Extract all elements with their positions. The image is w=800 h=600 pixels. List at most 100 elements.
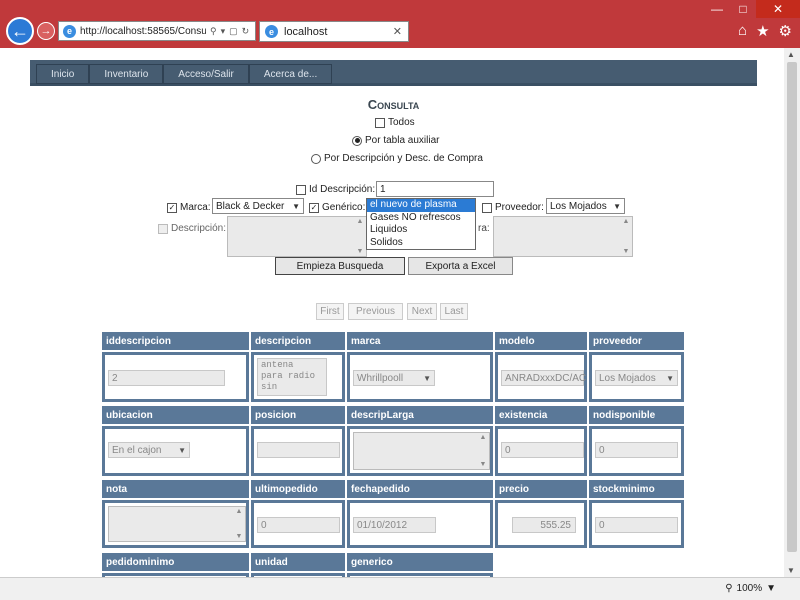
radio-desc-option[interactable]: Por Descripción y Desc. de Compra bbox=[311, 153, 483, 164]
scroll-up-icon[interactable]: ▲ bbox=[787, 50, 795, 59]
generico-option[interactable]: ✓ Genérico: bbox=[309, 202, 365, 213]
address-bar[interactable]: e http://localhost:58565/Consulta ⚲ ▾ ▢ … bbox=[58, 21, 256, 41]
modelo-field[interactable]: ANRADxxxDC/AC bbox=[501, 370, 586, 386]
forward-arrow-icon[interactable]: → bbox=[37, 22, 55, 40]
favorites-star-icon[interactable]: ★ bbox=[756, 22, 769, 40]
marca-grid-select[interactable]: Whrillpooll ▼ bbox=[353, 370, 435, 386]
textarea-scrollbar[interactable]: ▲ ▼ bbox=[234, 508, 244, 540]
textarea-scrollbar[interactable]: ▲ ▼ bbox=[355, 218, 365, 255]
radio-tabla-option[interactable]: Por tabla auxiliar bbox=[352, 135, 439, 146]
todos-checkbox[interactable] bbox=[375, 117, 385, 128]
descripcion-option[interactable]: Descripción: bbox=[158, 223, 226, 234]
menu-acceso-salir[interactable]: Acceso/Salir bbox=[163, 64, 249, 84]
generico-option-item[interactable]: Gases NO refrescos bbox=[367, 212, 475, 225]
zoom-icon: ⚲ bbox=[725, 583, 733, 594]
tab-close-icon[interactable]: ✕ bbox=[393, 25, 402, 38]
menu-acerca-de[interactable]: Acerca de... bbox=[248, 64, 333, 84]
home-icon[interactable]: ⌂ bbox=[738, 22, 747, 40]
ultimopedido-field[interactable]: 0 bbox=[257, 517, 340, 533]
pager-next-button[interactable]: Next bbox=[407, 303, 437, 320]
textarea-scrollbar[interactable]: ▲ ▼ bbox=[621, 218, 631, 255]
vertical-scrollbar[interactable]: ▲ ▼ bbox=[784, 48, 800, 577]
radio-tabla-auxiliar[interactable] bbox=[352, 135, 362, 146]
menu-inicio[interactable]: Inicio bbox=[36, 64, 90, 84]
cell-ultimopedido: 0 bbox=[251, 500, 345, 548]
iddescripcion-field[interactable]: 2 bbox=[108, 370, 225, 386]
page-content: Inicio Inventario Acceso/Salir Acerca de… bbox=[30, 48, 757, 577]
back-arrow-icon[interactable]: ← bbox=[6, 17, 34, 45]
proveedor-select[interactable]: Los Mojados ▼ bbox=[546, 198, 625, 214]
header-precio: precio bbox=[495, 480, 587, 498]
scroll-down-icon[interactable]: ▼ bbox=[787, 566, 795, 575]
generico-checkbox[interactable]: ✓ bbox=[309, 202, 319, 213]
settings-gear-icon[interactable]: ⚙ bbox=[779, 22, 792, 40]
descripcion-label: Descripción: bbox=[171, 223, 227, 234]
generico-option-item[interactable]: el nuevo de plasma bbox=[367, 199, 475, 212]
radio-por-descripcion[interactable] bbox=[311, 153, 321, 164]
minimize-icon[interactable]: — bbox=[704, 0, 730, 18]
cell-nota: ▲ ▼ bbox=[102, 500, 249, 548]
fechapedido-field[interactable]: 01/10/2012 bbox=[353, 517, 436, 533]
descripcion-checkbox[interactable] bbox=[158, 223, 168, 234]
browser-tab[interactable]: e localhost ✕ bbox=[259, 21, 409, 42]
maximize-icon[interactable]: □ bbox=[730, 0, 756, 18]
id-descripcion-label: Id Descripción: bbox=[309, 184, 376, 195]
main-menu: Inicio Inventario Acceso/Salir Acerca de… bbox=[30, 60, 757, 86]
proveedor-option[interactable]: Proveedor: bbox=[482, 202, 544, 213]
marca-option[interactable]: ✓ Marca: bbox=[167, 202, 211, 213]
generico-listbox[interactable]: el nuevo de plasma Gases NO refrescos Li… bbox=[366, 198, 476, 250]
marca-label: Marca: bbox=[180, 202, 211, 213]
cell-descripcion: antena para radio sin bbox=[251, 352, 345, 402]
descriplarga-textarea[interactable]: ▲ ▼ bbox=[353, 432, 490, 470]
pager-first-button[interactable]: First bbox=[316, 303, 344, 320]
cell-fechapedido: 01/10/2012 bbox=[347, 500, 493, 548]
generico-option-item[interactable]: Solidos bbox=[367, 237, 475, 250]
marca-select[interactable]: Black & Decker ▼ bbox=[212, 198, 304, 214]
cell-proveedor: Los Mojados ▼ bbox=[589, 352, 684, 402]
chevron-down-icon[interactable]: ▼ bbox=[766, 583, 776, 594]
zoom-control[interactable]: ⚲ 100% ▼ bbox=[725, 583, 776, 594]
cell-marca: Whrillpooll ▼ bbox=[347, 352, 493, 402]
nota-textarea[interactable]: ▲ ▼ bbox=[108, 506, 246, 542]
generico-option-item[interactable]: Liquidos bbox=[367, 224, 475, 237]
id-descripcion-option[interactable]: Id Descripción: bbox=[296, 184, 375, 195]
pager-last-button[interactable]: Last bbox=[440, 303, 468, 320]
textarea-scrollbar[interactable]: ▲ ▼ bbox=[478, 434, 488, 468]
stockminimo-field[interactable]: 0 bbox=[595, 517, 678, 533]
marca-checkbox[interactable]: ✓ bbox=[167, 202, 177, 213]
nodisponible-field[interactable]: 0 bbox=[595, 442, 678, 458]
posicion-field[interactable] bbox=[257, 442, 340, 458]
cell-precio: 555.25 bbox=[495, 500, 587, 548]
id-descripcion-checkbox[interactable] bbox=[296, 184, 306, 195]
precio-field[interactable]: 555.25 bbox=[512, 517, 576, 533]
marca-value: Black & Decker bbox=[216, 200, 285, 212]
proveedor-grid-select[interactable]: Los Mojados ▼ bbox=[595, 370, 678, 386]
refresh-icon[interactable]: ↻ bbox=[242, 26, 250, 37]
ubicacion-select[interactable]: En el cajon ▼ bbox=[108, 442, 190, 458]
todos-option[interactable]: Todos bbox=[375, 117, 415, 128]
header-existencia: existencia bbox=[495, 406, 587, 424]
radio-tabla-label: Por tabla auxiliar bbox=[365, 135, 440, 146]
header-unidad: unidad bbox=[251, 553, 345, 571]
export-excel-button[interactable]: Exporta a Excel bbox=[408, 257, 513, 275]
scroll-thumb[interactable] bbox=[787, 62, 797, 552]
desc-compra-textarea[interactable]: ▲ ▼ bbox=[493, 216, 633, 257]
search-icon[interactable]: ⚲ bbox=[210, 26, 217, 37]
search-button[interactable]: Empieza Busqueda bbox=[275, 257, 405, 275]
header-descripcion: descripcion bbox=[251, 332, 345, 350]
todos-label: Todos bbox=[388, 117, 415, 128]
close-icon[interactable]: ✕ bbox=[756, 0, 800, 18]
dropdown-icon[interactable]: ▾ bbox=[221, 26, 226, 37]
descripcion-textarea[interactable]: ▲ ▼ bbox=[227, 216, 367, 257]
address-url[interactable]: http://localhost:58565/Consulta bbox=[80, 26, 206, 37]
compat-view-icon[interactable]: ▢ bbox=[229, 26, 238, 37]
proveedor-checkbox[interactable] bbox=[482, 202, 492, 213]
descripcion-field[interactable]: antena para radio sin bbox=[257, 358, 327, 396]
pager-previous-button[interactable]: Previous bbox=[348, 303, 403, 320]
existencia-field[interactable]: 0 bbox=[501, 442, 584, 458]
menu-inventario[interactable]: Inventario bbox=[89, 64, 164, 84]
page-title: Consulta bbox=[367, 97, 420, 112]
header-pedidominimo: pedidominimo bbox=[102, 553, 249, 571]
header-modelo: modelo bbox=[495, 332, 587, 350]
id-descripcion-input[interactable]: 1 bbox=[376, 181, 494, 197]
